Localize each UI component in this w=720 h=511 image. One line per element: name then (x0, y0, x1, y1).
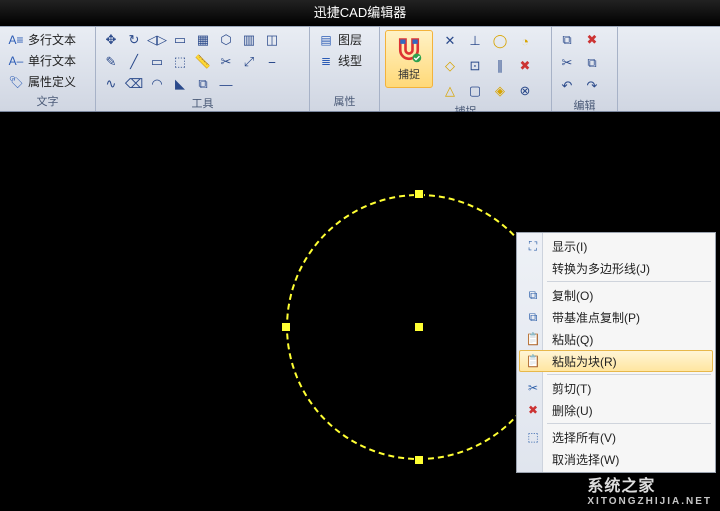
copy-icon: ⧉ (524, 286, 542, 304)
fillet-icon[interactable]: ◠ (147, 74, 167, 94)
grip-bottom[interactable] (414, 455, 424, 465)
ribbon: A≡ 多行文本 A– 单行文本 🏷 属性定义 文字 ✥ ↻ ◁▷ ▭ ▦ ⬡ (0, 26, 720, 112)
ctx-paste-as-block[interactable]: 📋 粘贴为块(R) (519, 350, 713, 372)
line2-icon[interactable]: ― (216, 74, 236, 94)
copy-base-icon: ⧉ (524, 308, 542, 326)
erase-icon[interactable]: ⌫ (124, 74, 144, 94)
move-icon[interactable]: ✥ (101, 30, 121, 50)
edit-cut-icon[interactable]: ✂ (557, 53, 577, 73)
polyline-icon[interactable]: ∿ (101, 74, 121, 94)
edit-delete-icon[interactable]: ✖ (582, 30, 602, 50)
snap-magnet-icon (395, 36, 423, 64)
mirror-icon[interactable]: ◁▷ (147, 30, 167, 50)
grip-left[interactable] (281, 322, 291, 332)
ctx-paste[interactable]: 📋 粘贴(Q) (519, 328, 713, 350)
ctx-cut[interactable]: ✂ 剪切(T) (519, 377, 713, 399)
delete-icon: ✖ (524, 401, 542, 419)
edit-paste-icon[interactable]: ⧉ (582, 53, 602, 73)
select-all-icon: ⬚ (524, 428, 542, 446)
snap-clear-icon[interactable]: ✖ (514, 55, 536, 77)
cut-icon: ✂ (524, 379, 542, 397)
trim-icon[interactable]: ✂ (216, 52, 236, 72)
ctx-sep-3 (547, 423, 711, 424)
ctx-copy-base[interactable]: ⧉ 带基准点复制(P) (519, 306, 713, 328)
line-icon[interactable]: ╱ (124, 52, 144, 72)
ctx-deselect[interactable]: 取消选择(W) (519, 448, 713, 470)
scale-icon[interactable]: ▭ (170, 30, 190, 50)
display-icon: ⛶ (524, 237, 542, 255)
snap-parallel-icon[interactable]: ∥ (489, 55, 511, 77)
attrdef-icon: 🏷 (7, 74, 25, 90)
pencil-icon[interactable]: ✎ (101, 52, 121, 72)
context-menu: ⛶ 显示(I) 转换为多边形线(J) ⧉ 复制(O) ⧉ 带基准点复制(P) 📋… (516, 232, 716, 473)
snap-mid-icon[interactable]: ▢ (464, 80, 486, 102)
singleline-text-icon: A– (7, 53, 25, 69)
snap-quadrant-icon[interactable]: ◇ (439, 55, 461, 77)
rect-array-icon[interactable]: ▦ (193, 30, 213, 50)
grip-center[interactable] (414, 322, 424, 332)
ctx-sep-2 (547, 374, 711, 375)
group-label-text: 文字 (5, 92, 90, 111)
snap-rhombus-icon[interactable]: ◈ (489, 80, 511, 102)
snap-intersect-icon[interactable]: ⊗ (514, 80, 536, 102)
ctx-delete[interactable]: ✖ 删除(U) (519, 399, 713, 421)
snap-big-button[interactable]: 捕捉 (385, 30, 433, 88)
ctx-select-all[interactable]: ⬚ 选择所有(V) (519, 426, 713, 448)
ribbon-group-edit: ⧉ ✖ ✂ ⧉ ↶ ↷ 编辑 (552, 27, 618, 111)
selection-icon[interactable]: ⬚ (170, 52, 190, 72)
layer-button[interactable]: ▤ 图层 (315, 30, 374, 49)
multiline-text-icon: A≡ (7, 32, 25, 48)
snap-endpoint-icon[interactable]: ✕ (439, 30, 461, 52)
snap-circle-icon[interactable]: ◯ (489, 30, 511, 52)
rect-icon[interactable]: ▭ (147, 52, 167, 72)
offset-icon[interactable]: ◫ (262, 30, 282, 50)
attrdef-button[interactable]: 🏷 属性定义 (5, 72, 90, 91)
measure-icon[interactable]: 📏 (193, 52, 213, 72)
ribbon-group-props: ▤ 图层 ≣ 线型 属性 (310, 27, 380, 111)
linetype-button[interactable]: ≣ 线型 (315, 51, 374, 70)
edit-undo-icon[interactable]: ↶ (557, 76, 577, 96)
app-title: 迅捷CAD编辑器 (314, 5, 406, 20)
snap-tri-icon[interactable]: △ (439, 80, 461, 102)
array-path-icon[interactable]: ▥ (239, 30, 259, 50)
break-icon[interactable]: ⎯ (262, 52, 282, 72)
snap-perp-icon[interactable]: ⊥ (464, 30, 486, 52)
ctx-to-polyline[interactable]: 转换为多边形线(J) (519, 257, 713, 279)
extend-icon[interactable]: ⤢ (239, 52, 259, 72)
watermark: 系统之家 XITONGZHIJIA.NET (587, 472, 712, 507)
ctx-copy[interactable]: ⧉ 复制(O) (519, 284, 713, 306)
paste-block-icon: 📋 (524, 352, 542, 370)
copy-tool-icon[interactable]: ⧉ (193, 74, 213, 94)
multiline-text-button[interactable]: A≡ 多行文本 (5, 30, 90, 49)
snap-tangent-icon[interactable]: ◔ (514, 30, 536, 52)
rotate-icon[interactable]: ↻ (124, 30, 144, 50)
grip-top[interactable] (414, 189, 424, 199)
drawing-canvas[interactable]: ⛶ 显示(I) 转换为多边形线(J) ⧉ 复制(O) ⧉ 带基准点复制(P) 📋… (0, 112, 720, 511)
ribbon-group-text: A≡ 多行文本 A– 单行文本 🏷 属性定义 文字 (0, 27, 96, 111)
group-label-props: 属性 (315, 92, 374, 111)
ribbon-group-snap: 捕捉 ✕ ⊥ ◯ ◔ ◇ ⊡ ∥ ✖ △ ▢ ◈ ⊗ 捕捉 (380, 27, 552, 111)
edit-redo-icon[interactable]: ↷ (582, 76, 602, 96)
chamfer-icon[interactable]: ◣ (170, 74, 190, 94)
snap-node-icon[interactable]: ⊡ (464, 55, 486, 77)
polar-array-icon[interactable]: ⬡ (216, 30, 236, 50)
title-bar: 迅捷CAD编辑器 (0, 0, 720, 26)
ctx-sep-1 (547, 281, 711, 282)
group-label-tools: 工具 (101, 94, 304, 113)
edit-copy-icon[interactable]: ⧉ (557, 30, 577, 50)
paste-icon: 📋 (524, 330, 542, 348)
singleline-text-button[interactable]: A– 单行文本 (5, 51, 90, 70)
ribbon-group-tools: ✥ ↻ ◁▷ ▭ ▦ ⬡ ▥ ◫ ✎ ╱ ▭ ⬚ 📏 ✂ ⤢ ⎯ ∿ (96, 27, 310, 111)
snap-icon-grid: ✕ ⊥ ◯ ◔ ◇ ⊡ ∥ ✖ △ ▢ ◈ ⊗ (439, 30, 536, 102)
linetype-icon: ≣ (317, 53, 335, 69)
ctx-display[interactable]: ⛶ 显示(I) (519, 235, 713, 257)
layer-icon: ▤ (317, 32, 335, 48)
